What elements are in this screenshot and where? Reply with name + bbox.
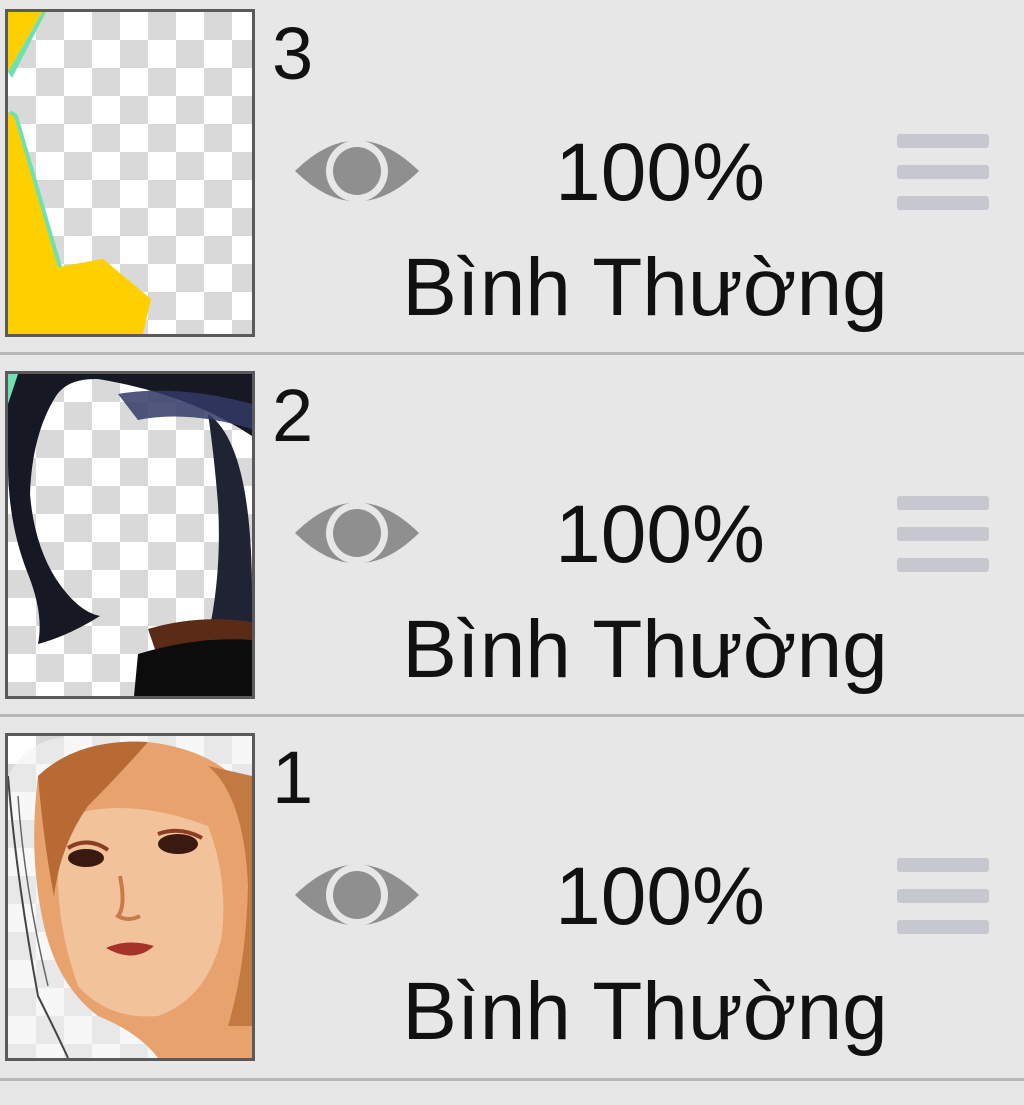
layer-number: 1 [272,736,314,819]
layer-row-2[interactable]: 2 100% Bình Thường [0,362,1024,724]
yellow-shape-thumbnail [8,12,151,334]
layer-number: 3 [272,12,314,95]
drag-handle-icon[interactable] [897,496,989,574]
layer-row-1[interactable]: 1 100% Bình Thường [0,724,1024,1086]
drag-handle-icon[interactable] [897,134,989,212]
layer-thumbnail[interactable] [5,733,255,1061]
layers-panel: 3 100% Bình Thường 2 100% Bình Thường 1 … [0,0,1024,1105]
blend-mode-label[interactable]: Bình Thường [380,602,910,698]
blend-mode-label[interactable]: Bình Thường [380,240,910,336]
layer-row-3[interactable]: 3 100% Bình Thường [0,0,1024,362]
eye-icon[interactable] [293,486,421,580]
face-thumbnail [8,736,252,1058]
layer-thumbnail[interactable] [5,9,255,337]
eye-icon[interactable] [293,124,421,218]
layer-thumbnail[interactable] [5,371,255,699]
blend-mode-label[interactable]: Bình Thường [380,964,910,1060]
row-divider [0,1078,1024,1081]
layer-number: 2 [272,374,314,457]
opacity-value[interactable]: 100% [520,128,800,218]
hair-thumbnail [8,374,252,696]
opacity-value[interactable]: 100% [520,852,800,942]
drag-handle-icon[interactable] [897,858,989,936]
eye-icon[interactable] [293,848,421,942]
opacity-value[interactable]: 100% [520,490,800,580]
row-divider [0,352,1024,355]
row-divider [0,714,1024,717]
